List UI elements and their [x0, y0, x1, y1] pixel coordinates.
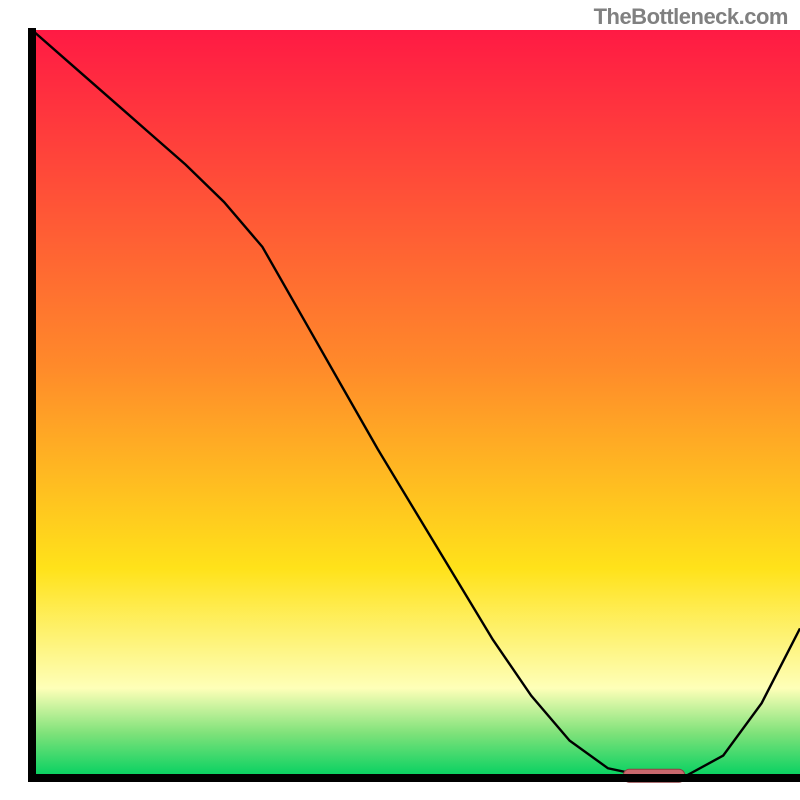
bottleneck-chart — [0, 0, 800, 800]
chart-container: TheBottleneck.com — [0, 0, 800, 800]
attribution-text: TheBottleneck.com — [594, 4, 788, 30]
plot-background — [32, 30, 800, 778]
